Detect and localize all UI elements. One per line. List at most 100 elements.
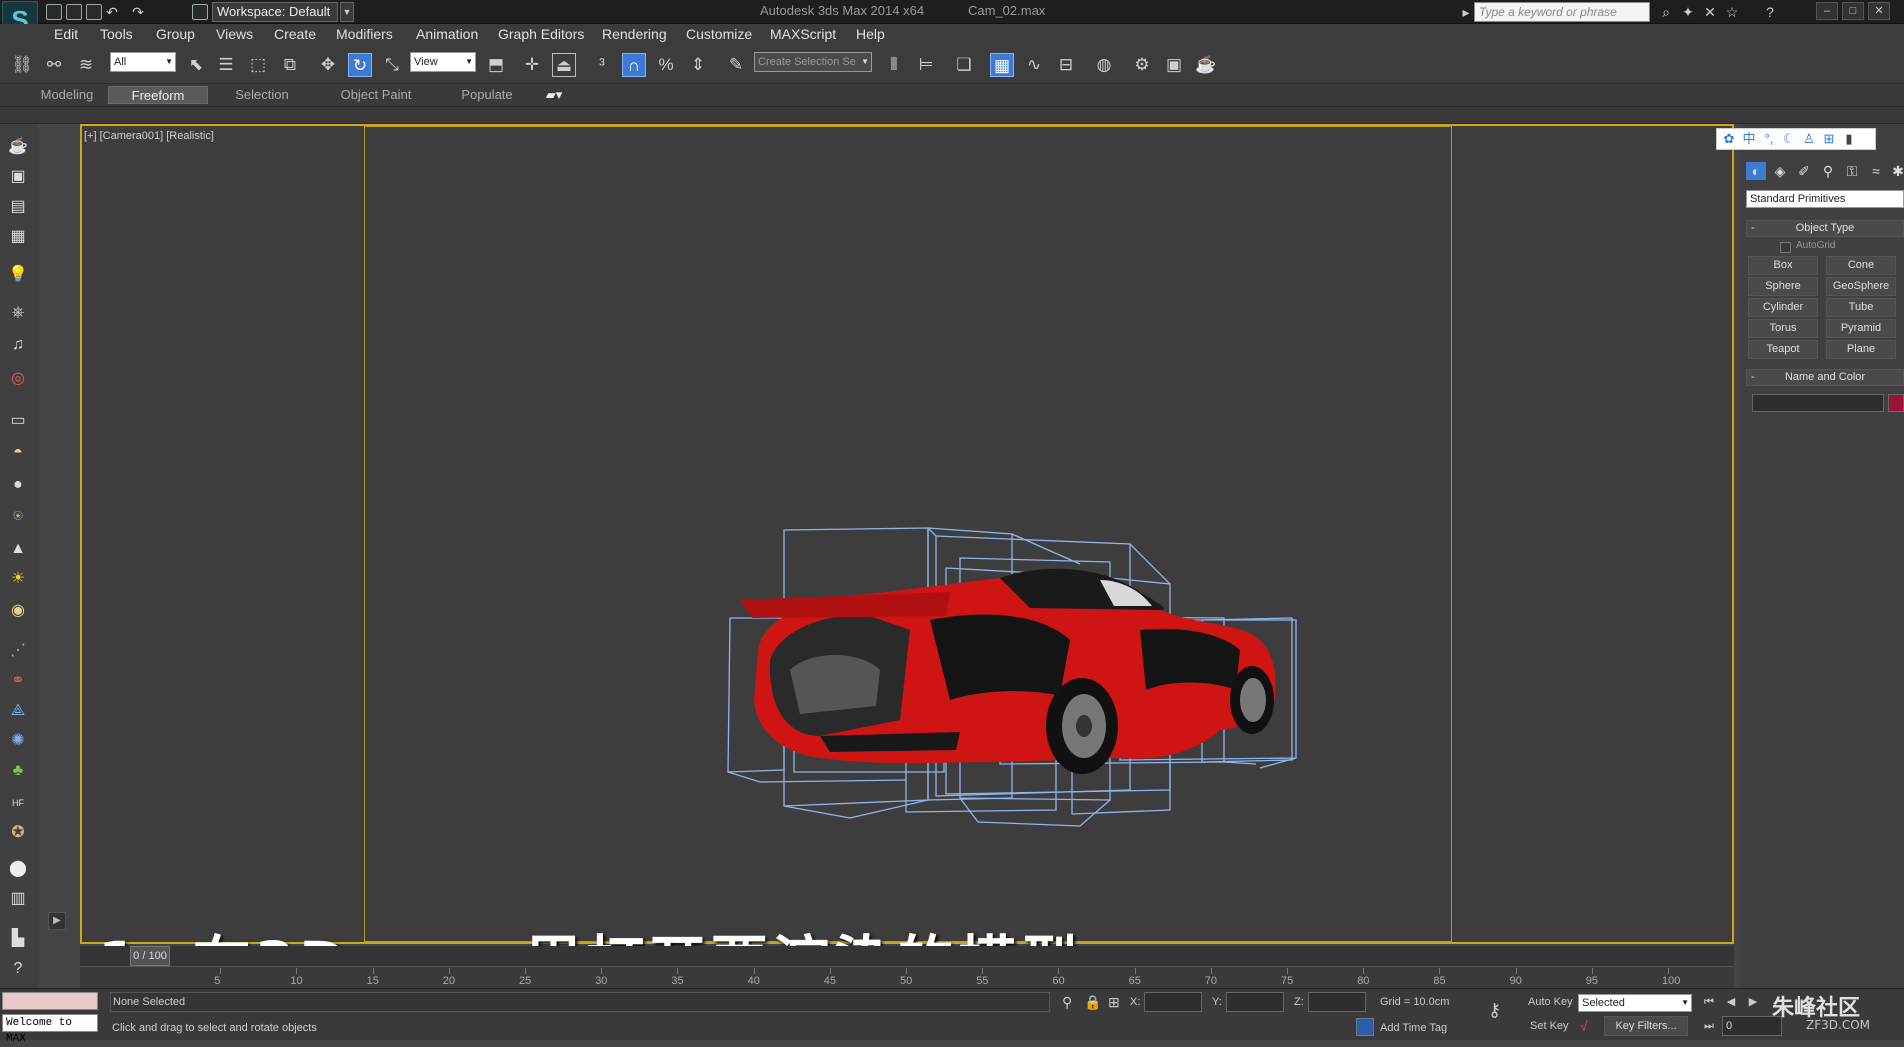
material-editor-icon[interactable]: ◍ (1092, 53, 1116, 77)
lights-icon[interactable]: ✐ (1794, 162, 1814, 180)
pivot-center-icon[interactable]: ⬒ (484, 53, 508, 77)
time-slider-track[interactable] (80, 946, 1734, 966)
add-time-tag-button[interactable]: Add Time Tag (1380, 1022, 1447, 1034)
plant-icon[interactable]: ♣ (7, 760, 29, 782)
key-mode-toggle-icon[interactable]: ⏭ (1700, 1018, 1718, 1034)
cylinder-button[interactable]: Cylinder (1748, 298, 1818, 317)
ball-icon[interactable]: ⬤ (7, 858, 29, 880)
binoculars-icon[interactable]: ⌕ (1658, 4, 1674, 20)
camera-icon[interactable]: ⎈ (7, 302, 29, 324)
shell-icon[interactable]: ✪ (7, 822, 29, 844)
spacewarps-icon[interactable]: ≈ (1866, 162, 1886, 180)
maxscript-listener[interactable]: Welcome to MAX (2, 1014, 98, 1045)
undo-icon[interactable]: ↶ (104, 4, 120, 20)
select-by-name-icon[interactable]: ☰ (214, 53, 238, 77)
teapot-icon[interactable]: ☕ (7, 136, 29, 158)
light-bulb-icon[interactable]: 💡 (7, 264, 29, 286)
key-mode-dropdown[interactable]: Selected ▼ (1578, 994, 1692, 1012)
viewport-label[interactable]: [+] [Camera001] [Realistic] (84, 130, 214, 142)
torus-button[interactable]: Torus (1748, 319, 1818, 338)
menu-graph-editors[interactable]: Graph Editors (498, 26, 584, 42)
snaps-toggle-icon[interactable]: ³ (590, 53, 614, 77)
minimize-button[interactable]: – (1816, 2, 1838, 20)
help-icon[interactable]: ? (7, 958, 29, 980)
molecule-icon[interactable]: ⚭ (7, 670, 29, 692)
sun-icon[interactable]: ☀ (7, 568, 29, 590)
bind-spacewarp-icon[interactable]: ≋ (74, 53, 98, 77)
previous-frame-icon[interactable]: ◀︎ (1722, 994, 1740, 1010)
plane-object-icon[interactable]: ▭ (7, 410, 29, 432)
tab-modeling[interactable]: Modeling (30, 86, 104, 104)
rectangular-selection-icon[interactable]: ⬚ (246, 53, 270, 77)
scale-icon[interactable]: ⤡ (380, 53, 404, 77)
mirror-icon[interactable]: ⫴ (882, 53, 906, 77)
create-panel-icon[interactable]: ◐ (1746, 162, 1766, 180)
pyramid-button[interactable]: Pyramid (1826, 319, 1896, 338)
scene-explorer-icon[interactable]: ▦ (990, 53, 1014, 77)
sphere-icon[interactable]: ● (7, 474, 29, 496)
object-color-swatch[interactable] (1888, 394, 1904, 412)
help-icon[interactable]: ? (1762, 4, 1778, 20)
close-button[interactable]: ✕ (1868, 2, 1890, 20)
play-icon[interactable]: ▶ (1744, 994, 1762, 1010)
ribbon-options-icon[interactable]: ▰▾ (540, 86, 568, 104)
globe-icon[interactable]: ◉ (7, 600, 29, 622)
chevron-down-icon[interactable]: ▼ (340, 2, 354, 22)
render-camera-icon[interactable]: ◎ (7, 368, 29, 390)
primitive-category-dropdown[interactable]: Standard Primitives (1746, 190, 1904, 208)
menu-group[interactable]: Group (156, 26, 195, 42)
set-key-button[interactable]: Set Key (1530, 1020, 1569, 1032)
percent-snap-icon[interactable]: % (654, 53, 678, 77)
cameras-icon[interactable]: ⚲ (1818, 162, 1838, 180)
menu-views[interactable]: Views (216, 26, 253, 42)
audio-icon[interactable]: ♫ (7, 334, 29, 356)
time-tag-icon[interactable] (1356, 1018, 1374, 1036)
curve-editor-icon[interactable]: ∿ (1022, 53, 1046, 77)
manipulate-icon[interactable]: ✛ (520, 53, 544, 77)
teapot-button[interactable]: Teapot (1748, 340, 1818, 359)
chinese-input-icon[interactable]: 中 (1741, 131, 1757, 147)
window-crossing-icon[interactable]: ⧉ (278, 53, 302, 77)
skin-icon[interactable]: ▮ (1841, 131, 1857, 147)
isolate-selection-icon[interactable]: ⚲ (1062, 994, 1072, 1011)
sphere-button[interactable]: Sphere (1748, 277, 1818, 296)
menu-modifiers[interactable]: Modifiers (336, 26, 393, 42)
hf-icon[interactable]: HF (7, 792, 29, 814)
lock-selection-icon[interactable]: 🔒 (1084, 994, 1101, 1011)
key-filters-button[interactable]: Key Filters... (1604, 1016, 1688, 1036)
name-and-color-rollout[interactable]: - Name and Color (1746, 369, 1904, 386)
menu-rendering[interactable]: Rendering (602, 26, 667, 42)
keyboard-shortcut-override-icon[interactable]: ⏏ (552, 53, 576, 77)
box-button[interactable]: Box (1748, 256, 1818, 275)
tube-button[interactable]: Tube (1826, 298, 1896, 317)
auto-key-button[interactable]: Auto Key (1528, 996, 1573, 1008)
angle-snap-icon[interactable]: ∩ (622, 53, 646, 77)
z-coordinate-field[interactable] (1308, 992, 1366, 1012)
new-file-icon[interactable] (46, 4, 62, 20)
rotate-icon[interactable]: ↻ (348, 53, 372, 77)
maximize-button[interactable]: □ (1842, 2, 1864, 20)
user-icon[interactable]: ♙ (1801, 131, 1817, 147)
menu-animation[interactable]: Animation (416, 26, 478, 42)
curve-icon[interactable]: √ (1580, 1018, 1588, 1034)
project-folder-icon[interactable] (192, 4, 208, 20)
calendar-icon[interactable]: ▥ (7, 888, 29, 910)
absolute-mode-icon[interactable]: ⊞ (1108, 994, 1120, 1011)
x-coordinate-field[interactable] (1144, 992, 1202, 1012)
tab-selection[interactable]: Selection (224, 86, 300, 104)
save-file-icon[interactable] (86, 4, 102, 20)
time-slider[interactable]: 0 / 100 (130, 946, 170, 966)
car-model-scene[interactable] (700, 500, 1340, 840)
redo-icon[interactable]: ↷ (130, 4, 146, 20)
cone-button[interactable]: Cone (1826, 256, 1896, 275)
menu-help[interactable]: Help (856, 26, 885, 42)
search-input[interactable]: Type a keyword or phrase (1474, 2, 1650, 22)
favorites-icon[interactable]: ☆ (1724, 4, 1740, 20)
move-icon[interactable]: ✥ (316, 53, 340, 77)
tab-object-paint[interactable]: Object Paint (334, 86, 418, 104)
grid-icon[interactable]: ⋰ (7, 640, 29, 662)
layer-manager-icon[interactable]: ❏ (952, 53, 976, 77)
menu-maxscript[interactable]: MAXScript (770, 26, 836, 42)
image-icon[interactable]: ▣ (7, 166, 29, 188)
paw-icon[interactable]: ✿ (1721, 131, 1737, 147)
